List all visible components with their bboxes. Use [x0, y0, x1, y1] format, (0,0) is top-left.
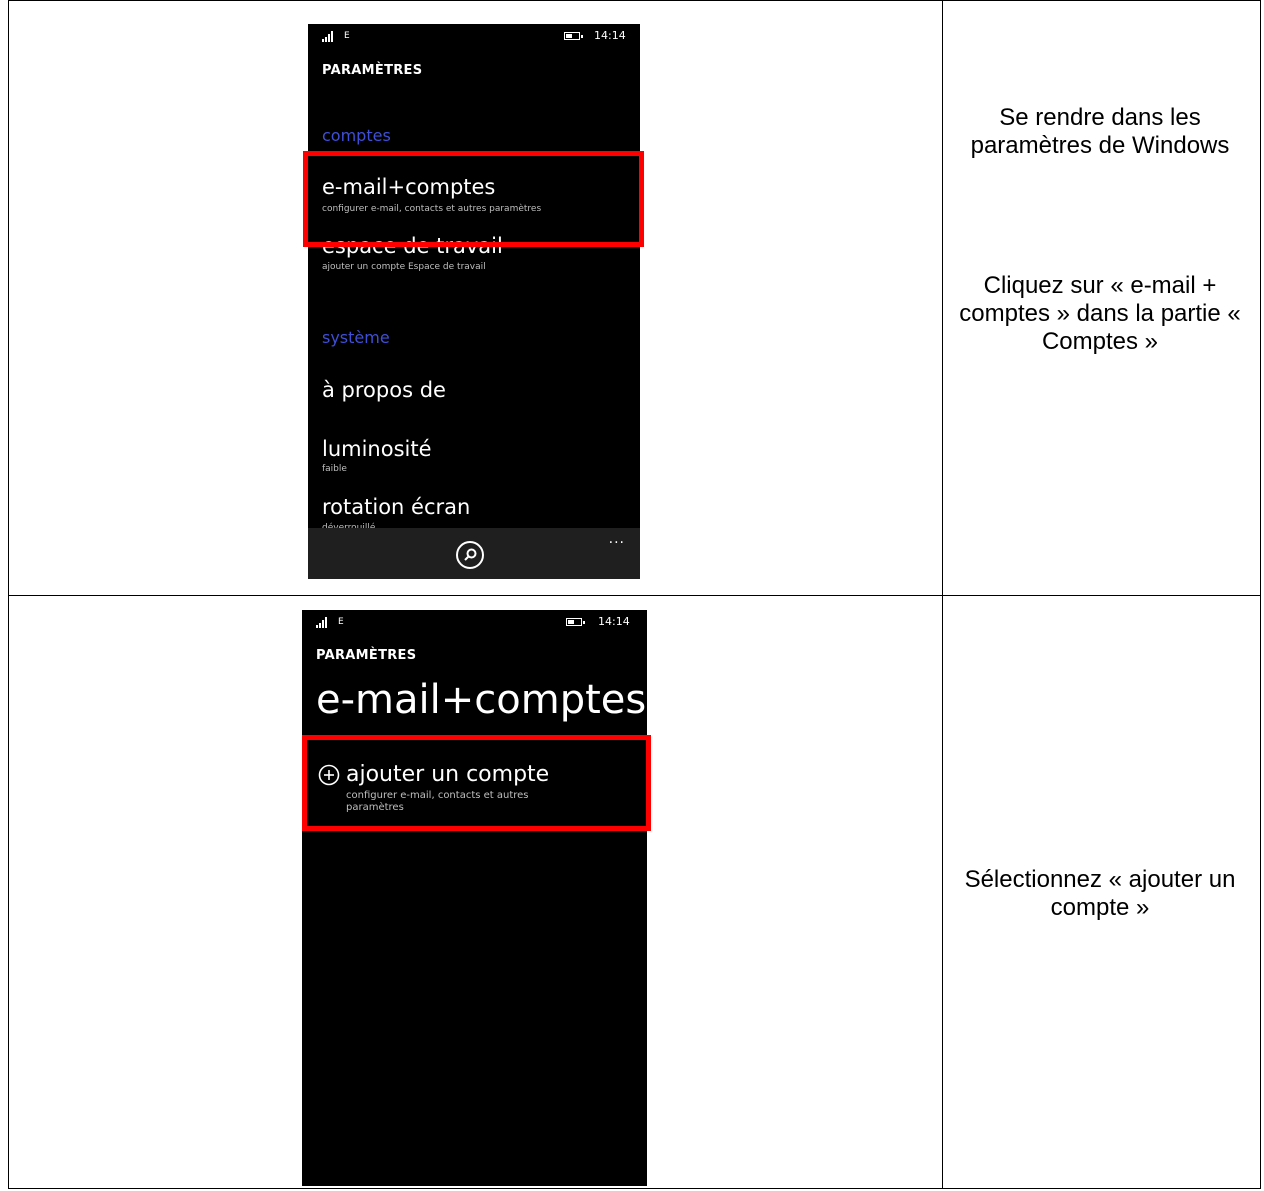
row-divider: [9, 595, 1260, 596]
page-title: PARAMÈTRES: [316, 648, 417, 663]
search-icon[interactable]: [456, 541, 484, 569]
settings-item-rotation[interactable]: rotation écran: [322, 495, 470, 519]
battery-icon: [566, 618, 585, 626]
highlight-box-add-account: [302, 735, 651, 831]
status-bar: E 14:14: [302, 610, 647, 634]
settings-item-brightness[interactable]: luminosité: [322, 437, 432, 461]
highlight-box-email-accounts: [303, 151, 644, 247]
app-bar: ...: [308, 528, 640, 579]
settings-item-workspace-sub: ajouter un compte Espace de travail: [322, 262, 486, 272]
settings-item-brightness-sub: faible: [322, 464, 347, 474]
phone-screenshot-settings: E 14:14 PARAMÈTRES comptes e-mail+compte…: [308, 24, 640, 579]
instruction-step-3: Sélectionnez « ajouter un compte »: [964, 866, 1236, 921]
instruction-step-2: Cliquez sur « e-mail + comptes » dans la…: [959, 272, 1241, 355]
instruction-step-1: Se rendre dans les paramètres de Windows: [970, 104, 1230, 159]
page-title: PARAMÈTRES: [322, 63, 423, 78]
clock: 14:14: [594, 29, 626, 42]
more-options-icon[interactable]: ...: [609, 531, 625, 547]
phone-screenshot-email-accounts: E 14:14 PARAMÈTRES e-mail+comptes ajoute…: [302, 610, 647, 1186]
section-accounts: comptes: [322, 126, 391, 145]
settings-item-about[interactable]: à propos de: [322, 378, 446, 402]
signal-icon: [316, 617, 327, 628]
network-type: E: [344, 31, 350, 41]
network-type: E: [338, 617, 344, 627]
clock: 14:14: [598, 615, 630, 628]
status-bar: E 14:14: [308, 24, 640, 48]
signal-icon: [322, 31, 333, 42]
page-heading: e-mail+comptes: [316, 677, 647, 723]
section-system: système: [322, 328, 390, 347]
battery-icon: [564, 32, 583, 40]
